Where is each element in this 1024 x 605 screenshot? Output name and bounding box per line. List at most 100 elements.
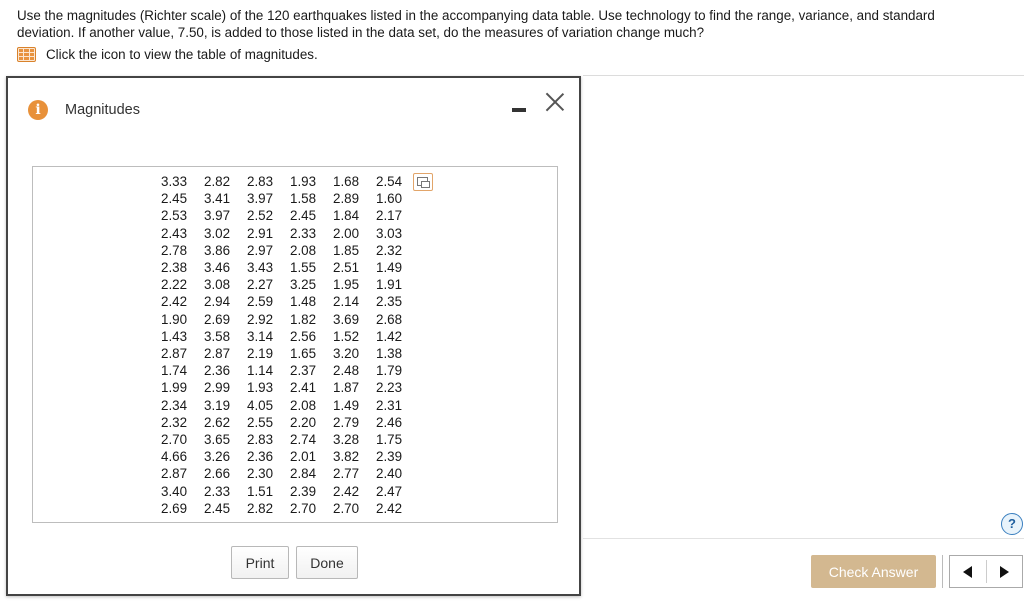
magnitude-cell: 1.38	[376, 346, 403, 362]
magnitude-cell: 3.97	[204, 208, 231, 224]
magnitude-cell: 3.82	[333, 449, 360, 465]
magnitude-cell: 2.33	[204, 483, 231, 499]
magnitude-cell: 2.45	[290, 208, 317, 224]
magnitude-cell: 2.69	[204, 311, 231, 327]
magnitude-cell: 2.70	[161, 432, 188, 448]
magnitude-cell: 2.23	[376, 380, 403, 396]
table-row: 2.87 2.66 2.30 2.84 2.77 2.40	[161, 465, 419, 482]
magnitude-cell: 1.68	[333, 174, 360, 189]
magnitude-cell: 2.91	[247, 225, 274, 241]
info-icon: i	[28, 100, 48, 120]
magnitude-cell: 2.92	[247, 311, 274, 327]
magnitude-cell: 2.08	[290, 397, 317, 413]
table-row: 2.32 2.62 2.55 2.20 2.79 2.46	[161, 414, 419, 431]
magnitude-cell: 2.36	[204, 363, 231, 379]
magnitude-cell: 1.85	[333, 242, 360, 258]
magnitude-cell: 1.48	[290, 294, 317, 310]
magnitude-cell: 1.87	[333, 380, 360, 396]
magnitude-cell: 2.62	[204, 414, 231, 430]
magnitude-cell: 3.25	[290, 277, 317, 293]
magnitude-cell: 2.00	[333, 225, 360, 241]
magnitude-cell: 2.87	[161, 466, 188, 482]
magnitude-cell: 3.65	[204, 432, 231, 448]
table-icon[interactable]	[17, 46, 36, 62]
magnitude-cell: 1.43	[161, 328, 188, 344]
magnitude-cell: 1.65	[290, 346, 317, 362]
table-row: 1.90 2.69 2.92 1.82 3.69 2.68	[161, 311, 419, 328]
magnitude-cell: 3.69	[333, 311, 360, 327]
magnitude-cell: 2.42	[376, 500, 403, 516]
magnitude-cell: 2.77	[333, 466, 360, 482]
magnitude-cell: 2.08	[290, 242, 317, 258]
magnitude-cell: 1.42	[376, 328, 403, 344]
magnitude-cell: 2.39	[376, 449, 403, 465]
magnitude-cell: 2.82	[247, 500, 274, 516]
divider	[583, 75, 1024, 76]
next-icon[interactable]	[1000, 566, 1009, 578]
magnitude-cell: 2.87	[204, 346, 231, 362]
hint-text: Click the icon to view the table of magn…	[46, 46, 318, 62]
table-row: 1.43 3.58 3.14 2.56 1.52 1.42	[161, 328, 419, 345]
table-row: 3.40 2.33 1.51 2.39 2.42 2.47	[161, 483, 419, 500]
magnitude-cell: 3.19	[204, 397, 231, 413]
magnitude-cell: 1.55	[290, 260, 317, 276]
minimize-icon[interactable]	[512, 108, 526, 112]
magnitude-cell: 2.45	[204, 500, 231, 516]
magnitude-cell: 2.83	[247, 174, 274, 189]
magnitude-cell: 2.70	[333, 500, 360, 516]
magnitude-cell: 3.20	[333, 346, 360, 362]
magnitude-cell: 3.14	[247, 328, 274, 344]
magnitude-cell: 2.70	[290, 500, 317, 516]
print-button[interactable]: Print	[231, 546, 289, 579]
magnitude-cell: 2.59	[247, 294, 274, 310]
dialog-header: i Magnitudes	[8, 78, 579, 138]
magnitude-cell: 3.43	[247, 260, 274, 276]
table-row: 2.45 3.41 3.97 1.58 2.89 1.60	[161, 190, 419, 207]
magnitude-cell: 2.45	[161, 191, 188, 207]
magnitude-cell: 1.58	[290, 191, 317, 207]
magnitude-cell: 2.52	[247, 208, 274, 224]
magnitude-cell: 1.90	[161, 311, 188, 327]
magnitude-cell: 2.32	[161, 414, 188, 430]
magnitudes-table-box: 3.33 2.82 2.83 1.93 1.68 2.54 2.45 3.41 3.97 1.58…	[32, 166, 558, 523]
magnitude-cell: 2.78	[161, 242, 188, 258]
help-icon[interactable]: ?	[1001, 513, 1023, 535]
magnitude-cell: 2.42	[333, 483, 360, 499]
magnitude-cell: 3.26	[204, 449, 231, 465]
magnitude-cell: 2.87	[161, 346, 188, 362]
table-row: 2.53 3.97 2.52 2.45 1.84 2.17	[161, 207, 419, 224]
magnitude-cell: 2.74	[290, 432, 317, 448]
magnitude-cell: 3.97	[247, 191, 274, 207]
check-answer-button[interactable]: Check Answer	[811, 555, 936, 588]
magnitude-cell: 1.95	[333, 277, 360, 293]
magnitude-cell: 3.28	[333, 432, 360, 448]
magnitude-cell: 2.33	[290, 225, 317, 241]
magnitude-cell: 2.34	[161, 397, 188, 413]
magnitude-cell: 2.31	[376, 397, 403, 413]
magnitude-cell: 2.41	[290, 380, 317, 396]
table-row: 3.33 2.82 2.83 1.93 1.68 2.54	[161, 173, 419, 190]
done-button[interactable]: Done	[296, 546, 358, 579]
magnitude-cell: 1.82	[290, 311, 317, 327]
magnitude-cell: 2.39	[290, 483, 317, 499]
question-line-2: deviation. If another value, 7.50, is ad…	[17, 25, 705, 40]
magnitude-cell: 2.83	[247, 432, 274, 448]
prev-icon[interactable]	[963, 566, 972, 578]
table-row: 2.69 2.45 2.82 2.70 2.70 2.42	[161, 500, 419, 517]
magnitude-cell: 2.36	[247, 449, 274, 465]
magnitude-cell: 2.47	[376, 483, 403, 499]
magnitude-cell: 2.14	[333, 294, 360, 310]
table-row: 2.43 3.02 2.91 2.33 2.00 3.03	[161, 225, 419, 242]
magnitude-cell: 3.41	[204, 191, 231, 207]
table-row: 2.70 3.65 2.83 2.74 3.28 1.75	[161, 431, 419, 448]
magnitude-cell: 1.93	[290, 174, 317, 189]
magnitude-cell: 2.46	[376, 414, 403, 430]
magnitude-cell: 4.05	[247, 397, 274, 413]
magnitude-cell: 1.49	[376, 260, 403, 276]
magnitude-cell: 2.48	[333, 363, 360, 379]
copy-icon[interactable]	[413, 173, 433, 191]
magnitude-cell: 2.51	[333, 260, 360, 276]
dialog-title: Magnitudes	[65, 102, 140, 118]
magnitude-cell: 2.01	[290, 449, 317, 465]
close-icon[interactable]	[545, 92, 565, 112]
